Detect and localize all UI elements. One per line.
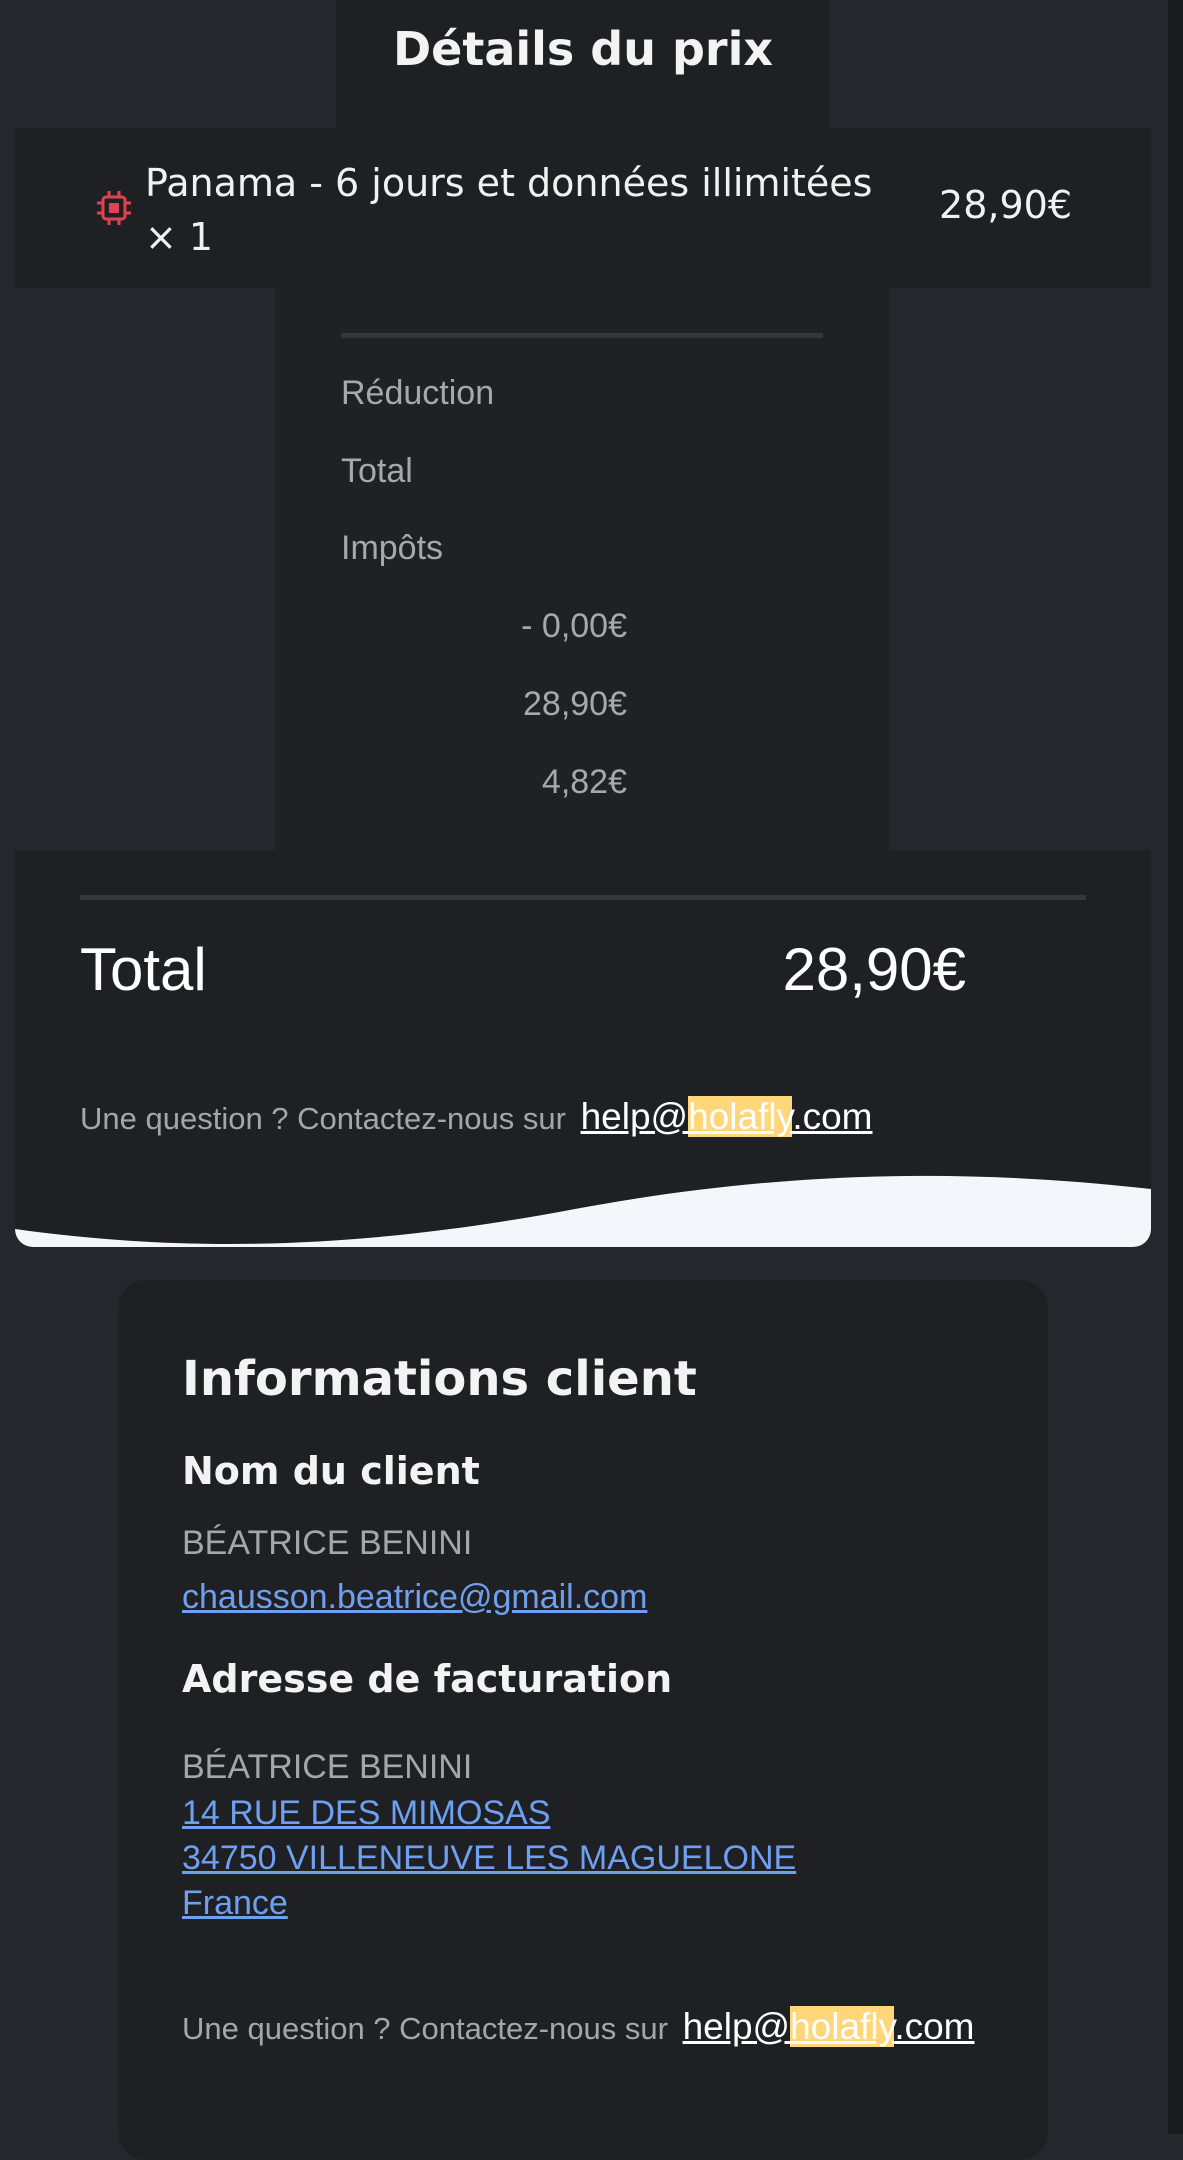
billing-address-line2[interactable]: 34750 VILLENEUVE LES MAGUELONE xyxy=(182,1839,796,1878)
help-text: Une question ? Contactez-nous sur xyxy=(80,1101,566,1136)
product-price: 28,90€ xyxy=(939,183,1072,227)
product-name: Panama - 6 jours et données illimitées ×… xyxy=(145,156,905,264)
client-info-title: Informations client xyxy=(182,1351,697,1407)
client-name-heading: Nom du client xyxy=(182,1449,480,1493)
tax-value: 4,82€ xyxy=(541,763,627,801)
client-help-line: Une question ? Contactez-nous sur help@h… xyxy=(182,2006,975,2048)
help-email-prefix: help@ xyxy=(580,1096,689,1137)
client-name: BÉATRICE BENINI xyxy=(182,1524,473,1562)
client-email-link[interactable]: chausson.beatrice@gmail.com xyxy=(182,1578,647,1617)
grand-total-value: 28,90€ xyxy=(782,936,966,1003)
product-quantity: × 1 xyxy=(145,215,214,259)
total-divider xyxy=(80,895,1086,900)
client-help-email-suffix: .com xyxy=(894,2006,975,2047)
help-email-highlight: holafly xyxy=(688,1096,793,1137)
client-help-text: Une question ? Contactez-nous sur xyxy=(182,2011,668,2046)
discount-label: Réduction xyxy=(341,374,495,412)
chip-icon xyxy=(97,191,131,225)
help-email-link[interactable]: help@holafly.com xyxy=(581,1096,873,1137)
grand-total-block xyxy=(15,850,1151,1247)
subtotal-value: 28,90€ xyxy=(523,685,627,723)
client-help-email-highlight: holafly xyxy=(790,2006,895,2047)
billing-address-line1[interactable]: 14 RUE DES MIMOSAS xyxy=(182,1794,550,1833)
client-help-email-prefix: help@ xyxy=(682,2006,791,2047)
client-help-email-link[interactable]: help@holafly.com xyxy=(683,2006,975,2047)
product-title: Panama - 6 jours et données illimitées xyxy=(145,161,873,205)
decorative-wave xyxy=(15,1175,1151,1247)
grand-total-label: Total xyxy=(80,936,207,1003)
summary-divider xyxy=(341,333,823,338)
subtotal-label: Total xyxy=(341,452,413,490)
price-details-title: Détails du prix xyxy=(392,22,774,76)
help-email-suffix: .com xyxy=(792,1096,873,1137)
billing-country[interactable]: France xyxy=(182,1884,288,1923)
billing-address-heading: Adresse de facturation xyxy=(182,1657,673,1701)
billing-name: BÉATRICE BENINI xyxy=(182,1748,473,1786)
right-edge-strip xyxy=(1168,0,1183,2134)
help-line: Une question ? Contactez-nous sur help@h… xyxy=(80,1096,873,1138)
discount-value: - 0,00€ xyxy=(521,607,627,645)
tax-label: Impôts xyxy=(341,529,444,567)
